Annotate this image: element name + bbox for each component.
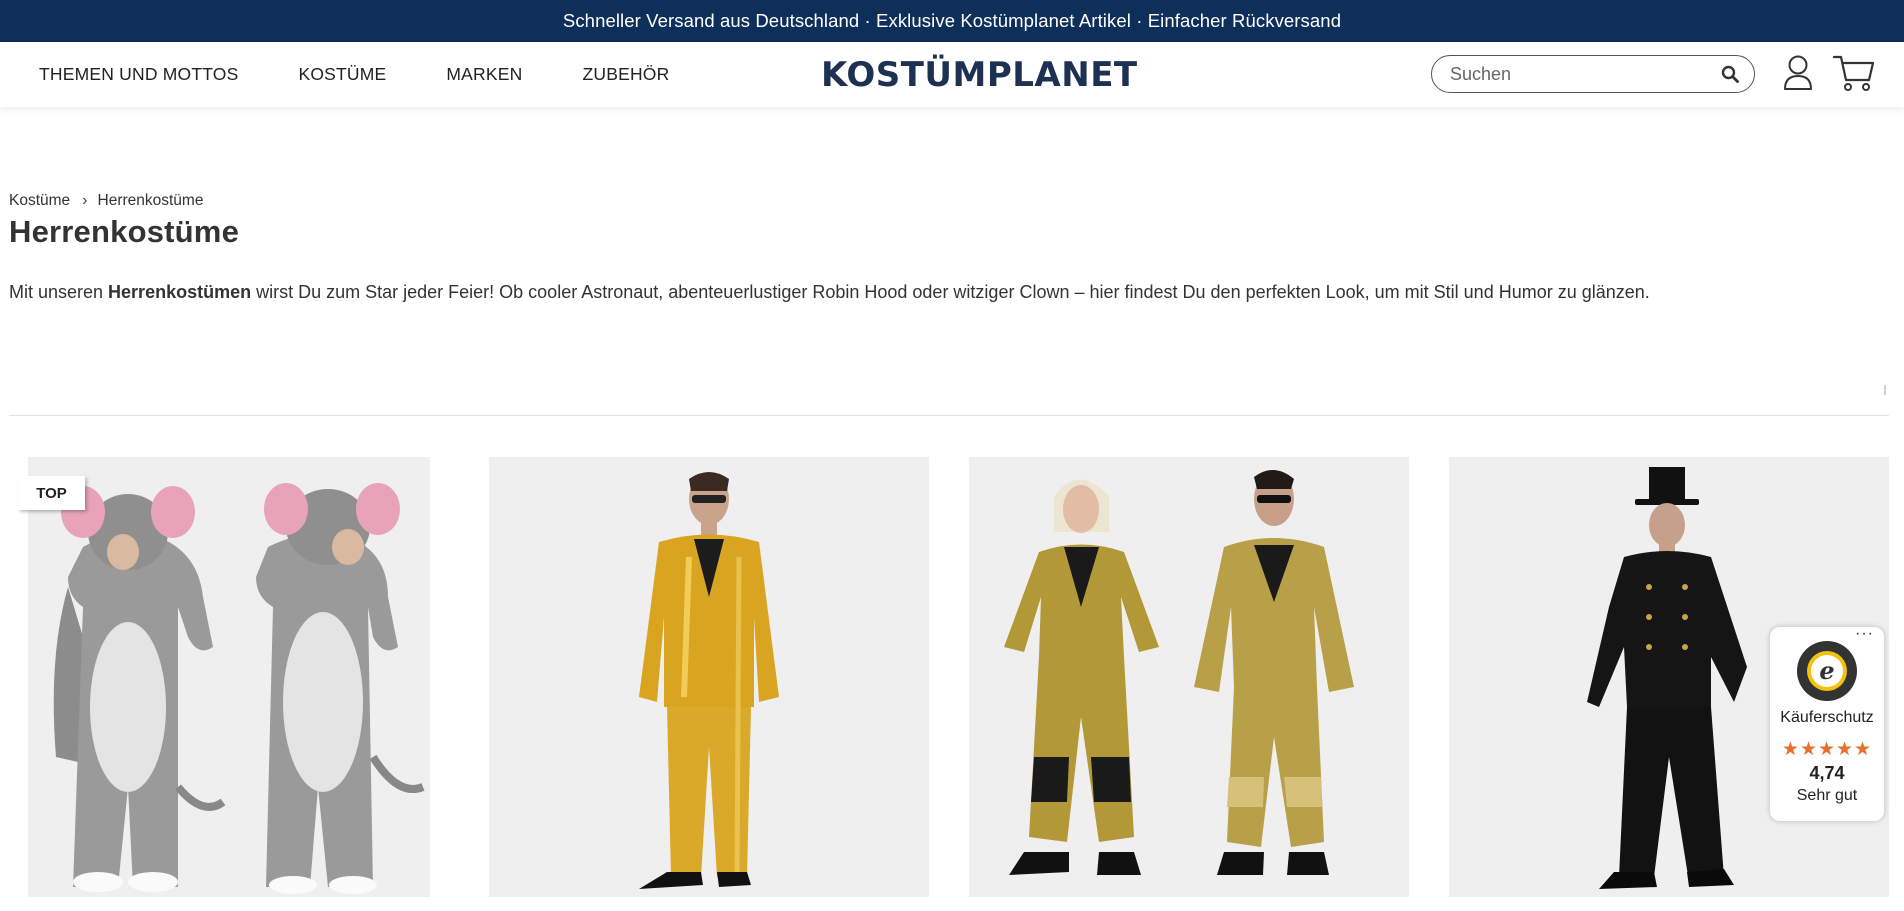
- main-navigation: THEMEN UND MOTTOS KOSTÜME MARKEN ZUBEHÖR: [39, 42, 729, 107]
- rating-stars: ★★★★★: [1781, 739, 1873, 760]
- nav-item-themes[interactable]: THEMEN UND MOTTOS: [39, 64, 238, 85]
- category-intro: Mit unseren Herrenkostümen wirst Du zum …: [9, 282, 1650, 303]
- nav-item-accessories[interactable]: ZUBEHÖR: [582, 64, 669, 85]
- search-input[interactable]: [1450, 63, 1720, 85]
- gold-tracksuit-couple-image: [1004, 469, 1354, 875]
- promo-bar: Schneller Versand aus Deutschland · Exkl…: [0, 0, 1904, 42]
- rating-score: 4,74: [1809, 763, 1845, 783]
- chevron-right-icon: ›: [82, 192, 88, 209]
- product-card-gold-suit[interactable]: [489, 457, 929, 897]
- promo-separator: ·: [859, 10, 877, 31]
- search-icon[interactable]: [1720, 64, 1740, 84]
- nav-item-brands[interactable]: MARKEN: [446, 64, 522, 85]
- decorative-mark: [1884, 385, 1886, 395]
- product-badge-top: TOP: [18, 476, 85, 510]
- breadcrumb: Kostüme › Herrenkostüme: [9, 192, 203, 210]
- site-logo[interactable]: KOSTÜMPLANET: [821, 52, 1138, 97]
- product-card-elephant[interactable]: [28, 457, 430, 897]
- trusted-shops-seal-icon: e: [1797, 641, 1857, 701]
- gold-sequin-suit-image: [639, 472, 779, 889]
- trusted-shops-widget[interactable]: ··· e Käuferschutz ★★★★★ 4,74 Sehr gut: [1770, 625, 1884, 821]
- search-box: [1431, 55, 1755, 93]
- breadcrumb-current[interactable]: Herrenkostüme: [98, 192, 204, 210]
- promo-exclusive: Exklusive Kostümplanet Artikel: [876, 10, 1131, 31]
- page-title: Herrenkostüme: [9, 214, 240, 249]
- site-header: THEMEN UND MOTTOS KOSTÜME MARKEN ZUBEHÖR…: [0, 42, 1904, 107]
- nav-item-costumes[interactable]: KOSTÜME: [298, 64, 386, 85]
- breadcrumb-link-costumes[interactable]: Kostüme: [9, 192, 70, 210]
- product-card-gold-tracksuit[interactable]: [969, 457, 1409, 897]
- intro-text-end: wirst Du zum Star jeder Feier! Ob cooler…: [251, 282, 1650, 302]
- promo-shipping: Schneller Versand aus Deutschland: [562, 10, 860, 31]
- account-icon[interactable]: [1781, 54, 1815, 92]
- intro-keyword: Herrenkostümen: [108, 282, 252, 302]
- rating-grade: Sehr gut: [1796, 787, 1858, 804]
- svg-text:e: e: [1819, 656, 1834, 685]
- grey-elephant-costume-image: [53, 483, 425, 894]
- promo-separator: ·: [1130, 10, 1148, 31]
- cart-icon[interactable]: [1832, 53, 1876, 93]
- section-divider: [9, 415, 1889, 416]
- intro-text-start: Mit unseren: [9, 282, 109, 302]
- buyer-protection-label: Käuferschutz: [1780, 709, 1874, 726]
- promo-returns: Einfacher Rückversand: [1147, 10, 1342, 31]
